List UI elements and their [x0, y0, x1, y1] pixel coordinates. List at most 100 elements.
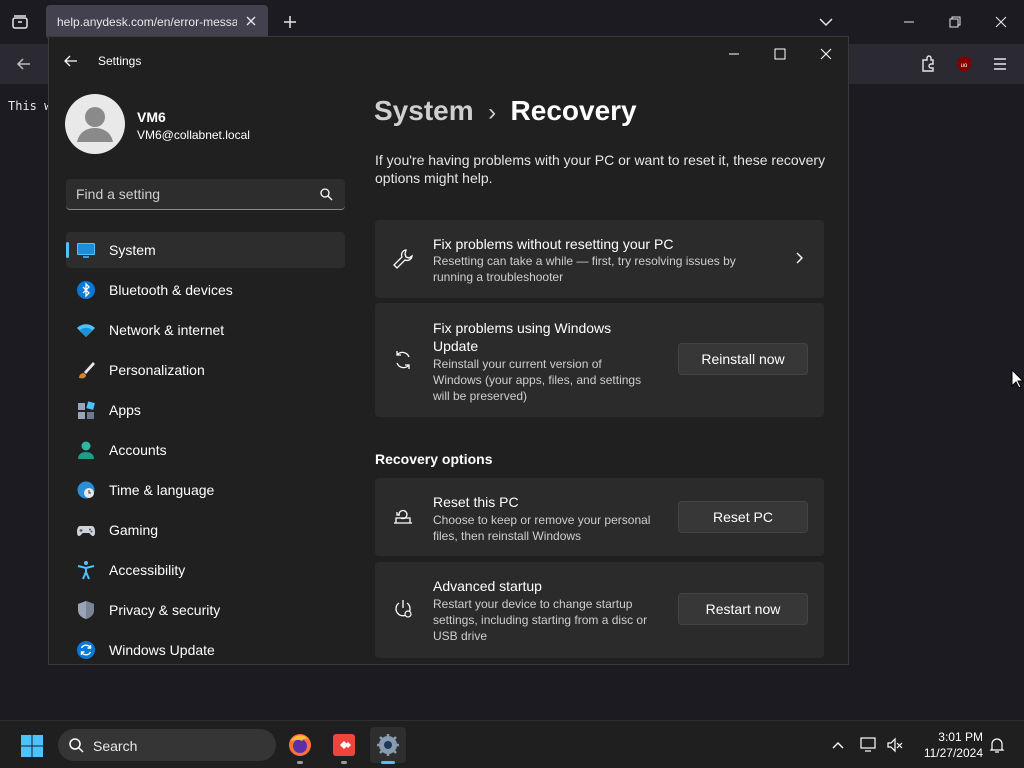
- nav-item-system[interactable]: System: [66, 232, 345, 268]
- apps-icon: [76, 400, 96, 420]
- fix-problems-troubleshooter-card[interactable]: Fix problems without resetting your PC R…: [375, 220, 824, 298]
- network-display-icon[interactable]: [860, 736, 878, 754]
- wifi-icon: [76, 320, 96, 340]
- breadcrumb-parent[interactable]: System: [374, 95, 474, 126]
- card-title: Advanced startup: [433, 578, 542, 594]
- shield-icon: [76, 600, 96, 620]
- chevron-right-icon: [792, 251, 806, 265]
- breadcrumb: System › Recovery: [374, 95, 637, 131]
- bluetooth-icon: [76, 280, 96, 300]
- advanced-startup-icon: [391, 597, 415, 621]
- taskbar-anydesk-icon[interactable]: [326, 727, 362, 764]
- settings-titlebar: Settings: [49, 37, 848, 85]
- nav-item-label: Accessibility: [109, 562, 186, 578]
- taskbar: Search 3:01 PM 11/27/2024: [0, 720, 1024, 768]
- taskbar-search-label: Search: [93, 738, 138, 754]
- settings-window-title: Settings: [98, 54, 142, 68]
- tab-list-icon[interactable]: [10, 12, 30, 32]
- browser-restore-button[interactable]: [932, 0, 978, 44]
- gamepad-icon: [76, 520, 96, 540]
- monitor-icon: [76, 240, 96, 260]
- reinstall-now-button[interactable]: Reinstall now: [678, 343, 808, 375]
- taskbar-search-box[interactable]: Search: [58, 729, 276, 761]
- tab-overflow-chevron-icon[interactable]: [816, 12, 836, 32]
- nav-item-accounts[interactable]: Accounts: [66, 432, 345, 468]
- nav-item-label: Personalization: [109, 362, 205, 378]
- mouse-cursor-icon: [1011, 368, 1024, 389]
- wrench-icon: [391, 247, 415, 271]
- find-setting-input[interactable]: [76, 186, 306, 202]
- new-tab-icon[interactable]: [280, 12, 300, 32]
- accessibility-icon: [76, 560, 96, 580]
- update-icon: [76, 640, 96, 660]
- close-tab-icon[interactable]: [244, 14, 258, 28]
- card-description: Restart your device to change startup se…: [433, 597, 648, 643]
- settings-close-button[interactable]: [815, 43, 837, 65]
- browser-tab-title: help.anydesk.com/en/error-messages: [57, 15, 237, 29]
- advanced-startup-card: Advanced startup Restart your device to …: [375, 562, 824, 658]
- taskbar-settings-icon[interactable]: [370, 727, 406, 764]
- nav-item-gaming[interactable]: Gaming: [66, 512, 345, 548]
- running-indicator: [297, 761, 303, 764]
- globe-clock-icon: [76, 480, 96, 500]
- nav-item-label: Windows Update: [109, 642, 215, 658]
- user-email: VM6@collabnet.local: [137, 128, 250, 142]
- reset-pc-button[interactable]: Reset PC: [678, 501, 808, 533]
- taskbar-firefox-icon[interactable]: [282, 727, 318, 764]
- card-title: Fix problems without resetting your PC: [433, 236, 674, 252]
- volume-muted-icon[interactable]: [886, 736, 904, 754]
- nav-item-network-internet[interactable]: Network & internet: [66, 312, 345, 348]
- nav-item-apps[interactable]: Apps: [66, 392, 345, 428]
- svg-text:uo: uo: [961, 63, 968, 69]
- user-name: VM6: [137, 109, 166, 125]
- find-setting-search-box[interactable]: [66, 179, 345, 210]
- settings-maximize-button[interactable]: [769, 43, 791, 65]
- breadcrumb-separator-icon: ›: [488, 99, 497, 126]
- nav-item-label: Time & language: [109, 482, 215, 498]
- user-avatar[interactable]: [65, 94, 125, 154]
- nav-item-accessibility[interactable]: Accessibility: [66, 552, 345, 588]
- back-arrow-icon[interactable]: [14, 54, 34, 74]
- intro-text: If you're having problems with your PC o…: [375, 152, 826, 186]
- browser-tab[interactable]: help.anydesk.com/en/error-messages: [46, 5, 268, 39]
- card-description: Reinstall your current version of Window…: [433, 357, 642, 403]
- nav-item-label: Bluetooth & devices: [109, 282, 233, 298]
- settings-minimize-button[interactable]: [723, 43, 745, 65]
- taskbar-clock[interactable]: 3:01 PM 11/27/2024: [915, 729, 983, 761]
- extensions-icon[interactable]: [918, 54, 938, 74]
- running-indicator: [341, 761, 347, 764]
- nav-item-time-language[interactable]: Time & language: [66, 472, 345, 508]
- running-indicator: [381, 761, 395, 764]
- nav-item-label: Apps: [109, 402, 141, 418]
- clock-time: 3:01 PM: [938, 730, 983, 744]
- windows-start-icon[interactable]: [20, 734, 44, 758]
- show-hidden-icons-chevron-icon[interactable]: [830, 737, 846, 753]
- card-description: Resetting can take a while — first, try …: [433, 254, 736, 284]
- ublock-origin-icon[interactable]: uo: [955, 55, 973, 73]
- reset-this-pc-card: Reset this PC Choose to keep or remove y…: [375, 478, 824, 556]
- search-icon[interactable]: [319, 187, 333, 201]
- notification-bell-icon[interactable]: [988, 736, 1006, 754]
- nav-item-bluetooth-devices[interactable]: Bluetooth & devices: [66, 272, 345, 308]
- restart-now-button[interactable]: Restart now: [678, 593, 808, 625]
- recovery-options-header: Recovery options: [375, 451, 493, 467]
- browser-minimize-button[interactable]: [886, 0, 932, 44]
- active-indicator: [66, 242, 69, 258]
- sync-icon: [391, 348, 415, 372]
- browser-close-button[interactable]: [978, 0, 1024, 44]
- reset-pc-icon: [391, 505, 415, 529]
- card-title: Reset this PC: [433, 494, 519, 510]
- nav-item-label: Network & internet: [109, 322, 225, 338]
- page-title: Recovery: [510, 95, 637, 126]
- search-icon: [68, 737, 84, 753]
- settings-back-arrow-icon[interactable]: [63, 53, 79, 69]
- card-title: Fix problems using Windows Update: [433, 320, 612, 354]
- fix-problems-windows-update-card: Fix problems using Windows Update Reinst…: [375, 303, 824, 417]
- settings-window: Settings VM6 VM6@collabnet.local System: [48, 36, 849, 665]
- nav-item-windows-update[interactable]: Windows Update: [66, 632, 345, 664]
- nav-item-label: Gaming: [109, 522, 159, 538]
- nav-item-privacy-security[interactable]: Privacy & security: [66, 592, 345, 628]
- nav-item-label: System: [109, 242, 156, 258]
- nav-item-personalization[interactable]: Personalization: [66, 352, 345, 388]
- menu-hamburger-icon[interactable]: [990, 54, 1010, 74]
